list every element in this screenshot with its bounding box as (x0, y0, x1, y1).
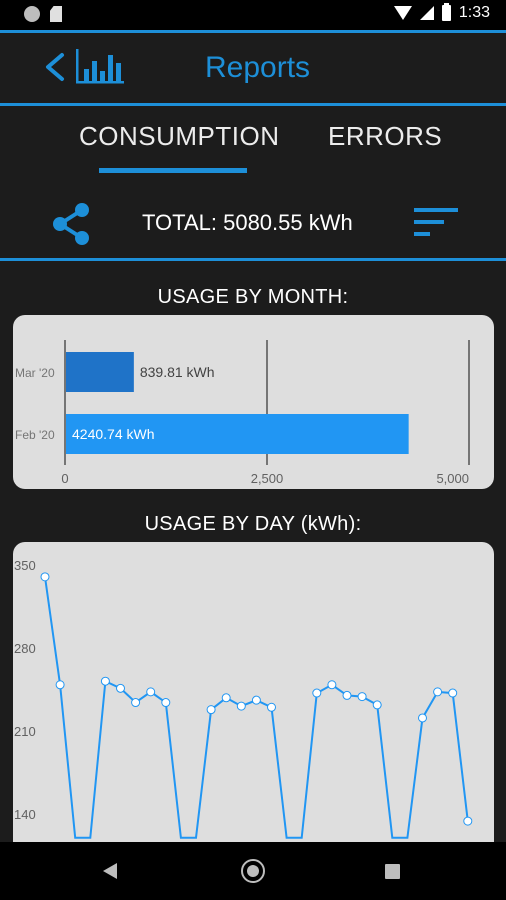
data-point (206, 705, 216, 715)
summary-row: TOTAL: 5080.55 kWh (0, 190, 506, 256)
signal-icon (419, 6, 434, 20)
nav-recents-icon[interactable] (385, 864, 400, 879)
sd-card-icon (50, 6, 62, 22)
active-tab-indicator (99, 168, 247, 173)
data-point (372, 700, 382, 710)
total-consumption: TOTAL: 5080.55 kWh (142, 210, 353, 235)
system-nav-bar (0, 842, 506, 900)
app-header: Reports (0, 33, 506, 103)
data-point (40, 572, 50, 582)
bar-value-label: 839.81 kWh (140, 364, 215, 380)
y-tick-label: 210 (14, 724, 36, 739)
data-point (418, 713, 427, 723)
monthly-bar-chart: 0 2,500 5,000 Mar '20 839.81 kWh Feb '20 4240.… (15, 340, 470, 486)
wifi-icon (393, 6, 412, 20)
series-line (44, 576, 469, 839)
nav-home-icon[interactable] (241, 859, 265, 883)
tab-errors[interactable]: ERRORS (328, 121, 442, 152)
sort-icon[interactable] (414, 208, 458, 238)
clock: 1:33 (458, 4, 490, 21)
status-bar: 1:33 (0, 0, 506, 30)
data-point (448, 688, 458, 698)
data-point (221, 693, 231, 703)
daily-chart-title: USAGE BY DAY (kWh): (144, 513, 362, 535)
data-point (267, 702, 276, 712)
data-point (433, 687, 443, 697)
data-point (100, 676, 110, 686)
category-label: Mar '20 (15, 366, 55, 380)
data-point (146, 687, 156, 697)
data-point (236, 701, 246, 711)
daily-chart-card: 350 280 210 140 (13, 542, 494, 862)
data-point (131, 698, 141, 708)
data-point (463, 816, 473, 826)
data-point (312, 688, 322, 698)
data-point (55, 680, 65, 690)
data-point (342, 690, 352, 700)
summary-divider (0, 258, 506, 261)
bar-chart-icon[interactable] (74, 49, 126, 85)
status-left (24, 6, 62, 22)
chevron-left-icon[interactable] (40, 49, 68, 85)
monthly-chart-card: 0 2,500 5,000 Mar '20 839.81 kWh Feb '20 4240.… (13, 315, 494, 489)
x-tick-label: 2,500 (251, 471, 284, 486)
daily-line-chart: 350 280 210 140 (14, 558, 473, 839)
data-point (116, 683, 125, 693)
tab-consumption[interactable]: CONSUMPTION (79, 121, 280, 152)
header-bottom-divider (0, 103, 506, 106)
y-tick-label: 140 (14, 807, 36, 822)
category-label: Feb '20 (15, 428, 55, 442)
tab-bar: CONSUMPTION ERRORS (0, 107, 506, 177)
x-tick-label: 0 (61, 471, 68, 486)
y-tick-label: 350 (14, 558, 36, 573)
x-tick-label: 5,000 (436, 471, 469, 486)
page-title: Reports (205, 51, 311, 84)
share-icon[interactable] (48, 200, 94, 248)
data-point (161, 698, 171, 708)
nav-back-icon[interactable] (103, 863, 117, 879)
data-point (327, 680, 337, 690)
y-tick-label: 280 (14, 641, 36, 656)
notification-dot-icon (24, 6, 40, 22)
bar-value-label: 4240.74 kWh (72, 426, 155, 442)
data-point (251, 695, 261, 705)
data-point (357, 692, 367, 702)
monthly-chart-title: USAGE BY MONTH: (157, 286, 349, 308)
status-right: 1:33 (393, 3, 490, 22)
bar (66, 352, 134, 392)
battery-icon (441, 3, 451, 21)
